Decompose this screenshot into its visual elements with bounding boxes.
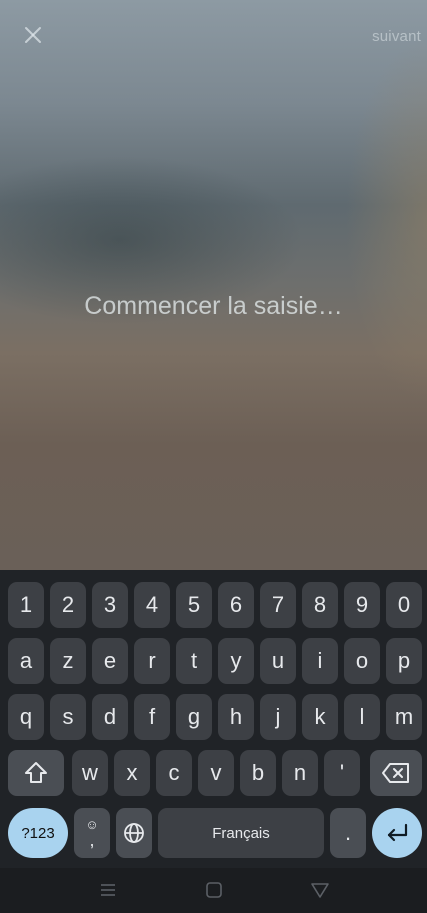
key-f[interactable]: f — [134, 694, 170, 740]
next-button[interactable]: suivant — [372, 28, 421, 45]
key-3[interactable]: 3 — [92, 582, 128, 628]
key-j[interactable]: j — [260, 694, 296, 740]
keyboard-number-row: 1 2 3 4 5 6 7 8 9 0 — [0, 582, 427, 628]
key-1[interactable]: 1 — [8, 582, 44, 628]
key-y[interactable]: y — [218, 638, 254, 684]
key-a[interactable]: a — [8, 638, 44, 684]
key-g[interactable]: g — [176, 694, 212, 740]
key-7[interactable]: 7 — [260, 582, 296, 628]
key-0[interactable]: 0 — [386, 582, 422, 628]
backspace-icon — [382, 763, 409, 783]
text-placeholder: Commencer la saisie… — [84, 292, 343, 320]
key-2[interactable]: 2 — [50, 582, 86, 628]
keyboard-row-3: w x c v b n ' — [0, 750, 427, 796]
key-9[interactable]: 9 — [344, 582, 380, 628]
key-p[interactable]: p — [386, 638, 422, 684]
key-r[interactable]: r — [134, 638, 170, 684]
top-bar: suivant — [0, 0, 427, 72]
key-e[interactable]: e — [92, 638, 128, 684]
back-triangle-icon — [311, 883, 329, 898]
close-button[interactable] — [18, 20, 48, 50]
key-z[interactable]: z — [50, 638, 86, 684]
home-button[interactable] — [202, 878, 226, 902]
key-6[interactable]: 6 — [218, 582, 254, 628]
key-l[interactable]: l — [344, 694, 380, 740]
key-i[interactable]: i — [302, 638, 338, 684]
language-key[interactable] — [116, 808, 152, 858]
key-m[interactable]: m — [386, 694, 422, 740]
story-text-input[interactable]: Commencer la saisie… — [0, 292, 427, 321]
symbols-key[interactable]: ?123 — [8, 808, 68, 858]
system-nav-bar — [0, 868, 427, 913]
key-b[interactable]: b — [240, 750, 276, 796]
key-apostrophe[interactable]: ' — [324, 750, 360, 796]
key-k[interactable]: k — [302, 694, 338, 740]
enter-key[interactable] — [372, 808, 422, 858]
shift-key[interactable] — [8, 750, 64, 796]
key-4[interactable]: 4 — [134, 582, 170, 628]
key-w[interactable]: w — [72, 750, 108, 796]
key-o[interactable]: o — [344, 638, 380, 684]
backspace-key[interactable] — [370, 750, 422, 796]
key-x[interactable]: x — [114, 750, 150, 796]
keyboard-row-2: q s d f g h j k l m — [0, 694, 427, 740]
key-u[interactable]: u — [260, 638, 296, 684]
shift-icon — [25, 762, 47, 783]
key-n[interactable]: n — [282, 750, 318, 796]
recent-apps-icon — [101, 884, 115, 896]
key-s[interactable]: s — [50, 694, 86, 740]
period-key[interactable]: . — [330, 808, 366, 858]
key-d[interactable]: d — [92, 694, 128, 740]
screen: suivant Commencer la saisie… 1 2 3 4 5 6… — [0, 0, 427, 913]
home-icon — [206, 882, 222, 898]
keyboard-bottom-row: ?123 ☺ , Français . — [0, 808, 427, 858]
key-c[interactable]: c — [156, 750, 192, 796]
comma-label: , — [89, 830, 95, 850]
key-t[interactable]: t — [176, 638, 212, 684]
key-h[interactable]: h — [218, 694, 254, 740]
globe-icon — [124, 823, 144, 843]
back-button[interactable] — [308, 878, 332, 902]
space-bar[interactable]: Français — [158, 808, 324, 858]
key-5[interactable]: 5 — [176, 582, 212, 628]
key-v[interactable]: v — [198, 750, 234, 796]
keyboard-row-1: a z e r t y u i o p — [0, 638, 427, 684]
blurred-photo-background — [0, 0, 427, 570]
enter-icon — [387, 823, 408, 842]
key-q[interactable]: q — [8, 694, 44, 740]
recent-apps-button[interactable] — [96, 878, 120, 902]
key-8[interactable]: 8 — [302, 582, 338, 628]
emoji-comma-key[interactable]: ☺ , — [74, 808, 110, 858]
close-icon — [25, 27, 41, 43]
keyboard: 1 2 3 4 5 6 7 8 9 0 a z e r t y u i o p … — [0, 570, 427, 868]
